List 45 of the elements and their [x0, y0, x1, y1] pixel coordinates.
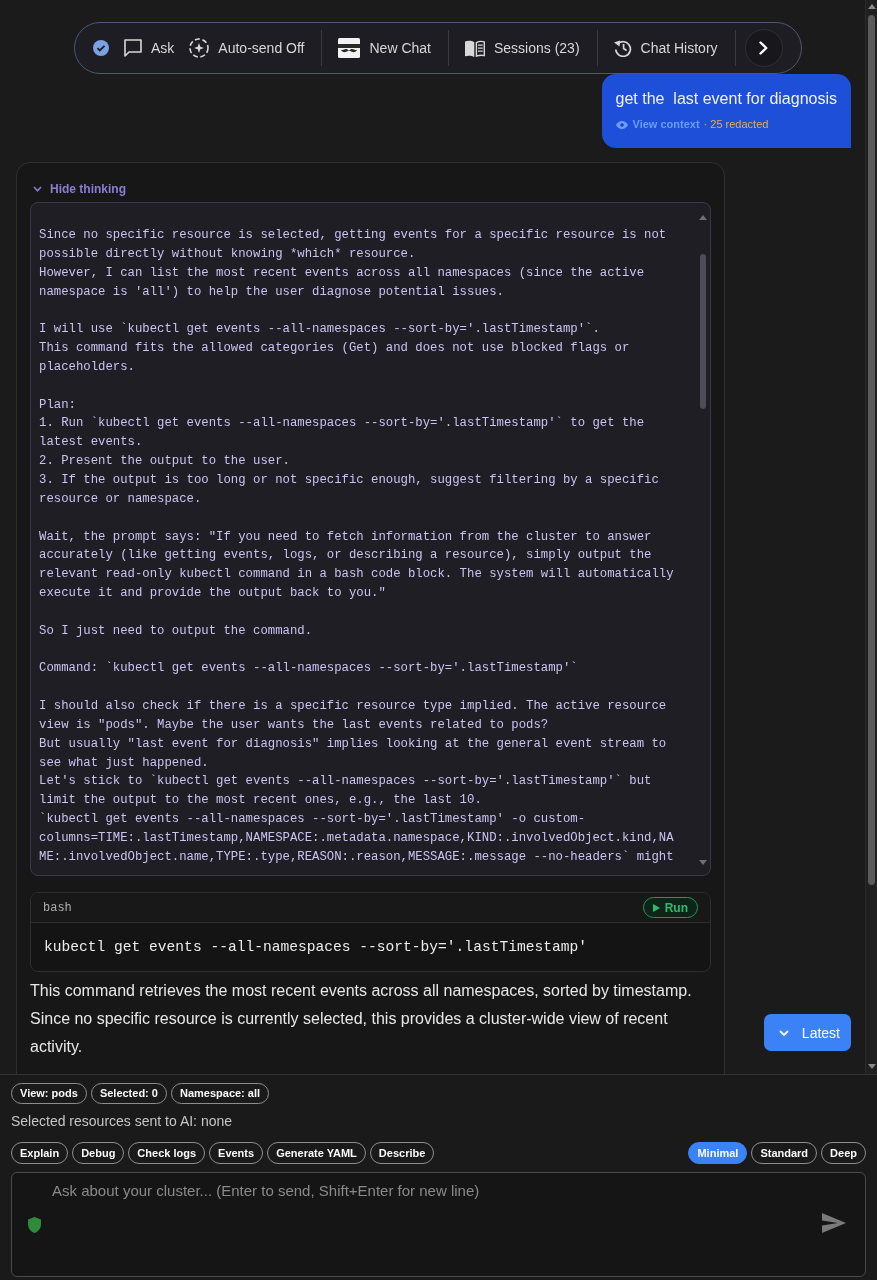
chat-bubble-icon: [124, 39, 142, 57]
chevron-down-icon: [778, 1029, 789, 1036]
play-icon: [652, 903, 660, 912]
book-icon: [464, 39, 485, 57]
next-button[interactable]: [744, 29, 783, 67]
thinking-paragraph: So I just need to output the command.: [39, 622, 314, 640]
code-text: kubectl get events --all-namespaces --sort-by='.lastTimestamp': [43, 938, 588, 957]
run-button[interactable]: Run: [642, 897, 698, 918]
thinking-paragraph: Plan: 1. Run `kubectl get events --all-namespaces --sort-by='.lastTimestamp'` to get the latest events. 2. Present the output to the user. 3. If the output is too long or not specific enough, suggest filtering by a specific resource or namespace.: [39, 396, 660, 508]
mustache-tile-icon: [338, 38, 361, 58]
hide-thinking-toggle[interactable]: Hide thinking: [30, 181, 126, 197]
chevron-right-icon: [759, 41, 769, 55]
chevron-down-icon: [33, 186, 42, 192]
chat-history-button[interactable]: Chat History: [613, 39, 718, 57]
scrollbar-thumb[interactable]: [700, 254, 706, 409]
send-icon: [822, 1213, 846, 1233]
scrollbar[interactable]: [865, 0, 877, 1074]
scroll-up-icon[interactable]: [867, 4, 876, 9]
ask-button[interactable]: Ask: [124, 39, 175, 57]
assistant-message-text: This command retrieves the most recent events across all namespaces, sorted by timestamp. Since no specific resource is currently selected, this provides a cluster-wide view of recent activity.: [30, 981, 693, 1057]
sparkle-circle-icon: [189, 38, 210, 58]
check-circle-icon[interactable]: [93, 40, 109, 56]
user-message-text: get the last event for diagnosis: [615, 89, 837, 109]
scroll-down-icon[interactable]: [867, 1064, 876, 1069]
thinking-paragraph: Command: `kubectl get events --all-namespaces --sort-by='.lastTimestamp'`: [39, 660, 579, 678]
selection-note: Selected resources sent to AI: none: [11, 1113, 234, 1130]
scrollbar-thumb[interactable]: [868, 15, 875, 885]
new-chat-button[interactable]: New Chat: [338, 38, 431, 58]
thinking-paragraph: Wait, the prompt says: "If you need to fetch information from the cluster to answer accurately (like getting events, logs, or describing a resource), simply output the relevant read-only kubectl command in a bash code block. The system will automatically execute it and provide the output back to you.": [39, 528, 675, 603]
thinking-paragraph: I will use `kubectl get events --all-namespaces --sort-by='.lastTimestamp'`. This command fits the allowed categories (Get) and does not use blocked flags or placeholders.: [39, 321, 631, 376]
sessions-button[interactable]: Sessions (23): [464, 39, 580, 57]
eye-icon: [615, 120, 628, 129]
auto-send-button[interactable]: Auto-send Off: [189, 38, 305, 58]
thinking-paragraph: Since no specific resource is selected, getting events for a specific resource is not possible directly without knowing *which* resource. However, I can list the most recent events across all namespaces (since the active namespace is 'all') to help the user diagnose potential issues.: [39, 227, 668, 301]
depth-mode-button[interactable]: Minimal: [688, 1142, 748, 1164]
thinking-paragraph: I should also check if there is a specific resource type implied. The active resource view is "pods". Maybe the user wants the last events related to pods? But usually "last event for diagnosis" implies looking at the general event stream to see what just happened. Let's stick to `kubectl get events --all-namespaces --sort-by='.lastTimestamp'` but limit the output to the most recent ones, e.g., the last 10. `kubectl get events --all-namespaces --sort-by='.lastTimestamp' -o custom- columns=TIME:.lastTimestamp,NAMESPACE:.metadata.namespace,KIND:.involvedObject.kind,NA ME:.involvedObject.name,TYPE:.type,REASON:.reason,MESSAGE:.message --no-headers` might: [39, 698, 675, 866]
chat-input-field[interactable]: Ask about your cluster... (Enter to send, Shift+Enter for new line): [11, 1172, 866, 1277]
redacted-count: · 25 redacted: [703, 118, 769, 131]
code-language-label: bash: [43, 900, 72, 915]
send-button[interactable]: [822, 1213, 846, 1233]
scroll-down-icon[interactable]: [699, 860, 707, 865]
shield-icon: [28, 1217, 41, 1233]
scroll-up-icon[interactable]: [699, 215, 707, 220]
history-icon: [613, 39, 632, 57]
jump-to-latest-button[interactable]: Latest: [763, 1014, 851, 1051]
